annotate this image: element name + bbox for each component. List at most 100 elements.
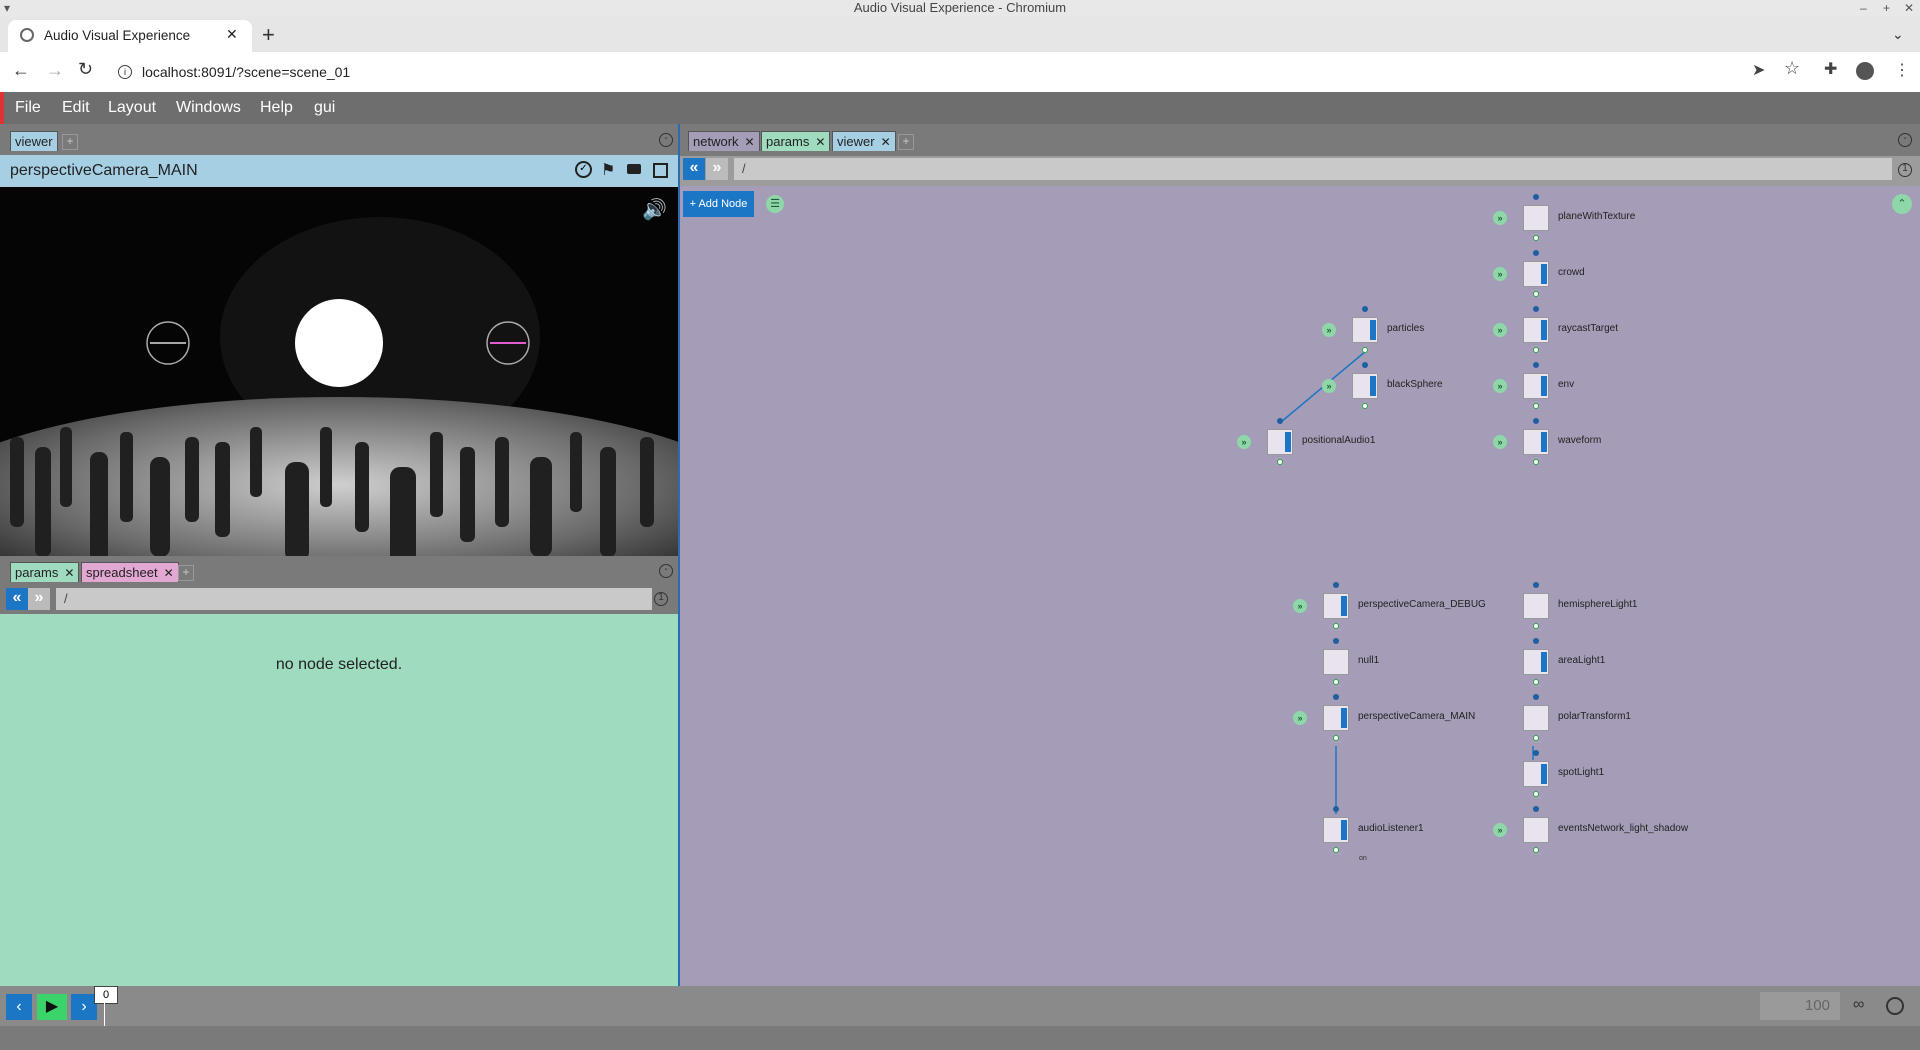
profile-avatar-icon[interactable]: [1856, 62, 1874, 80]
window-menu-icon[interactable]: ▾: [4, 0, 10, 16]
node-display-flag[interactable]: [1541, 320, 1547, 340]
node-output-connector[interactable]: [1362, 403, 1368, 409]
check-icon[interactable]: ✓: [575, 161, 592, 178]
viewer-camera-name[interactable]: perspectiveCamera_MAIN: [10, 162, 198, 180]
node-input-connector[interactable]: [1533, 806, 1539, 812]
close-network-tab-icon[interactable]: ✕: [745, 135, 755, 149]
playhead[interactable]: [104, 1002, 105, 1026]
network-nav-forward-button[interactable]: »: [706, 158, 728, 180]
node-input-connector[interactable]: [1333, 638, 1339, 644]
back-icon[interactable]: ←: [12, 60, 30, 81]
node-display-flag[interactable]: [1541, 764, 1547, 784]
node-output-connector[interactable]: [1533, 679, 1539, 685]
node-output-connector[interactable]: [1333, 679, 1339, 685]
tab-params-left[interactable]: params ✕: [10, 562, 80, 582]
node-output-connector[interactable]: [1533, 623, 1539, 629]
tab-viewer-right[interactable]: viewer ✕: [832, 131, 896, 151]
volume-icon[interactable]: 🔊: [642, 197, 667, 222]
play-button[interactable]: ▶: [37, 994, 67, 1020]
extensions-icon[interactable]: ✚: [1824, 59, 1837, 79]
node-output-connector[interactable]: [1533, 235, 1539, 241]
add-tab-button[interactable]: +: [62, 134, 78, 150]
node-display-flag[interactable]: [1341, 708, 1347, 728]
node-box[interactable]: [1323, 649, 1349, 675]
node-output-connector[interactable]: [1333, 735, 1339, 741]
new-tab-icon[interactable]: +: [262, 22, 275, 48]
close-spreadsheet-tab-icon[interactable]: ✕: [164, 566, 174, 580]
panel-options-icon[interactable]: -: [659, 133, 673, 147]
menu-file[interactable]: File: [15, 99, 41, 117]
node-output-connector[interactable]: [1533, 291, 1539, 297]
node-box[interactable]: [1523, 593, 1549, 619]
node-output-connector[interactable]: [1533, 791, 1539, 797]
node-output-connector[interactable]: [1277, 459, 1283, 465]
nav-back-button[interactable]: «: [6, 588, 28, 610]
menu-help[interactable]: Help: [260, 99, 293, 117]
node-input-connector[interactable]: [1333, 694, 1339, 700]
node-input-connector[interactable]: [1533, 194, 1539, 200]
minimize-icon[interactable]: –: [1860, 0, 1867, 16]
node-expand-icon[interactable]: »: [1493, 323, 1507, 337]
node-input-connector[interactable]: [1533, 250, 1539, 256]
node-expand-icon[interactable]: »: [1493, 823, 1507, 837]
close-tab-icon[interactable]: ✕: [226, 26, 238, 43]
add-network-tab-button[interactable]: +: [898, 134, 914, 150]
network-info-icon[interactable]: 1: [1898, 163, 1912, 177]
node-expand-icon[interactable]: »: [1493, 435, 1507, 449]
prev-frame-button[interactable]: ‹: [6, 994, 32, 1020]
flag-icon[interactable]: ⚑: [601, 160, 615, 180]
node-output-connector[interactable]: [1333, 847, 1339, 853]
node-output-connector[interactable]: [1333, 623, 1339, 629]
viewer-canvas[interactable]: 🔊: [0, 187, 678, 556]
node-expand-icon[interactable]: »: [1322, 323, 1336, 337]
node-expand-icon[interactable]: »: [1493, 267, 1507, 281]
forward-icon[interactable]: →: [46, 60, 64, 81]
menu-edit[interactable]: Edit: [62, 99, 90, 117]
network-path-bar[interactable]: /: [734, 158, 1892, 180]
maximize-icon[interactable]: +: [1883, 0, 1890, 16]
network-nav-back-button[interactable]: «: [683, 158, 705, 180]
node-input-connector[interactable]: [1533, 362, 1539, 368]
add-params-tab-button[interactable]: +: [178, 565, 194, 581]
browser-menu-icon[interactable]: ⋮: [1894, 60, 1910, 80]
camera-snapshot-icon[interactable]: [627, 164, 641, 174]
node-expand-icon[interactable]: »: [1293, 711, 1307, 725]
node-display-flag[interactable]: [1541, 264, 1547, 284]
node-box[interactable]: [1523, 817, 1549, 843]
close-viewer-right-tab-icon[interactable]: ✕: [881, 135, 891, 149]
node-input-connector[interactable]: [1277, 418, 1283, 424]
fullscreen-icon[interactable]: [653, 163, 668, 178]
node-input-connector[interactable]: [1533, 638, 1539, 644]
node-display-flag[interactable]: [1285, 432, 1291, 452]
send-icon[interactable]: ➤: [1752, 60, 1765, 80]
node-input-connector[interactable]: [1362, 306, 1368, 312]
end-frame-field[interactable]: 100: [1760, 992, 1840, 1020]
node-box[interactable]: [1523, 705, 1549, 731]
node-expand-icon[interactable]: »: [1322, 379, 1336, 393]
tab-network[interactable]: network ✕: [688, 131, 760, 151]
bookmark-star-icon[interactable]: ☆: [1784, 58, 1800, 79]
node-expand-icon[interactable]: »: [1493, 211, 1507, 225]
node-input-connector[interactable]: [1533, 418, 1539, 424]
node-expand-icon[interactable]: »: [1237, 435, 1251, 449]
close-params-tab-icon[interactable]: ✕: [64, 566, 74, 580]
info-icon[interactable]: i: [118, 65, 132, 79]
tab-spreadsheet[interactable]: spreadsheet ✕: [81, 562, 179, 582]
node-input-connector[interactable]: [1333, 806, 1339, 812]
reload-icon[interactable]: ↻: [78, 59, 93, 80]
node-display-flag[interactable]: [1341, 820, 1347, 840]
tab-search-icon[interactable]: ⌄: [1892, 26, 1904, 43]
address-bar[interactable]: i localhost:8091/?scene=scene_01: [110, 58, 1750, 86]
params-panel-options-icon[interactable]: -: [659, 564, 673, 578]
node-display-flag[interactable]: [1370, 376, 1376, 396]
node-display-flag[interactable]: [1541, 432, 1547, 452]
node-input-connector[interactable]: [1533, 306, 1539, 312]
node-display-flag[interactable]: [1370, 320, 1376, 340]
node-output-connector[interactable]: [1362, 347, 1368, 353]
menu-layout[interactable]: Layout: [108, 99, 156, 117]
node-output-connector[interactable]: [1533, 847, 1539, 853]
node-display-flag[interactable]: [1541, 652, 1547, 672]
loop-icon[interactable]: ∞: [1853, 996, 1864, 1014]
params-path-bar[interactable]: /: [56, 588, 652, 610]
network-panel-options-icon[interactable]: -: [1898, 133, 1912, 147]
